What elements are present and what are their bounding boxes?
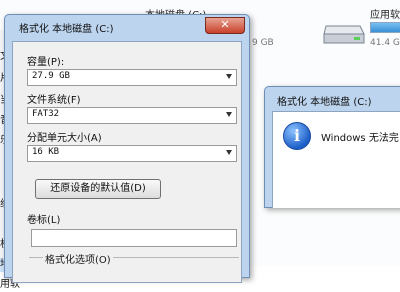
allocation-unit-select[interactable]: 16 KB (27, 145, 237, 162)
format-dialog-title: 格式化 本地磁盘 (C:) (19, 24, 114, 35)
hard-drive-icon[interactable] (322, 18, 366, 46)
allocation-unit-label: 分配单元大小(A) (27, 133, 102, 144)
volume-label-label: 卷标(L) (27, 215, 61, 226)
chevron-down-icon[interactable] (226, 74, 232, 79)
drive-c-size: 9 GB (252, 38, 274, 48)
message-box-title: 格式化 本地磁盘 (C:) (277, 97, 372, 108)
capacity-value: 27.9 GB (32, 71, 70, 81)
format-dialog: 格式化 本地磁盘 (C:) ✕ 容量(P): 27.9 GB 文件系统(F) F… (4, 14, 250, 283)
capacity-select[interactable]: 27.9 GB (27, 69, 237, 86)
message-text: Windows 无法完 (321, 133, 399, 144)
restore-defaults-button[interactable]: 还原设备的默认值(D) (35, 179, 161, 199)
info-icon: i (283, 122, 311, 150)
filesystem-value: FAT32 (32, 109, 60, 119)
volume-label-input[interactable] (31, 229, 237, 247)
capacity-label: 容量(P): (27, 57, 65, 68)
allocation-unit-value: 16 KB (32, 147, 60, 157)
drive-d-name[interactable]: 应用软 (370, 6, 400, 21)
drive-d-size: 41.4 G (370, 38, 400, 48)
format-options-label: 格式化选项(O) (43, 251, 113, 266)
drive-d-usage-bar (370, 22, 400, 33)
close-button[interactable]: ✕ (205, 17, 245, 34)
message-box: 格式化 本地磁盘 (C:) i Windows 无法完 (264, 86, 400, 208)
chevron-down-icon[interactable] (226, 112, 232, 117)
filesystem-label: 文件系统(F) (27, 95, 81, 106)
message-box-body: i Windows 无法完 (272, 111, 400, 208)
chevron-down-icon[interactable] (226, 150, 232, 155)
filesystem-select[interactable]: FAT32 (27, 107, 237, 124)
